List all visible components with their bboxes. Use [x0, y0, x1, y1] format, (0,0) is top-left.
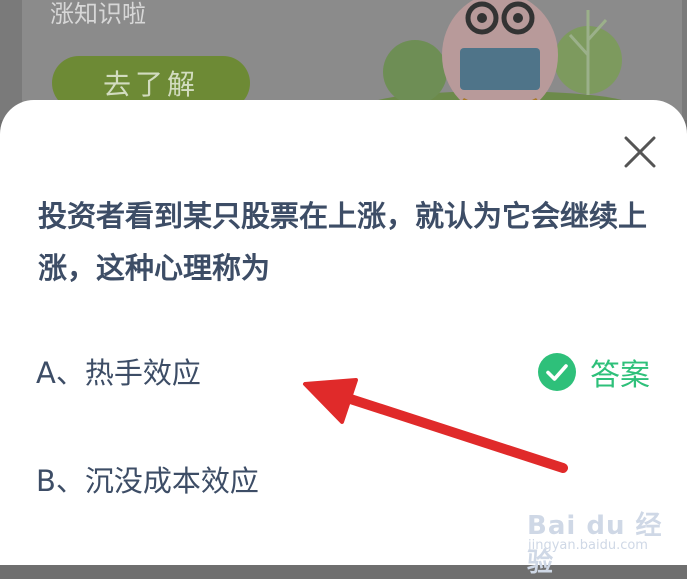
check-circle-icon: [538, 353, 576, 391]
watermark-url: jingyan.baidu.com: [528, 538, 648, 553]
answer-indicator: 答案: [538, 350, 650, 394]
option-a[interactable]: A、热手效应: [36, 350, 201, 392]
question-text: 投资者看到某只股票在上涨，就认为它会继续上涨，这种心理称为: [38, 199, 648, 285]
option-b[interactable]: B、沉没成本效应: [36, 458, 259, 500]
banner-subtitle: 涨知识啦: [50, 0, 146, 28]
answer-label: 答案: [590, 358, 650, 393]
mascot-illustration: [370, 0, 630, 110]
close-icon[interactable]: [620, 132, 660, 172]
